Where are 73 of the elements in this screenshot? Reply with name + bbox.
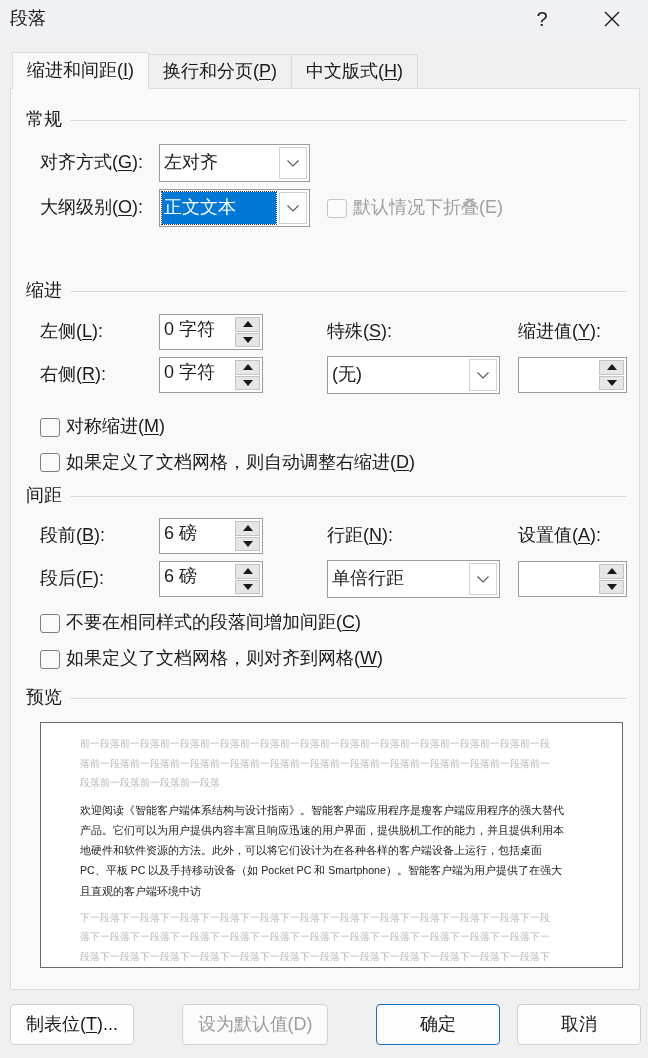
checkbox-label: 如果定义了文档网格，则对齐到网格(W): [66, 648, 383, 670]
cancel-button[interactable]: 取消: [517, 1004, 641, 1045]
dropdown-toggle[interactable]: [279, 147, 307, 179]
field-label: 行距(N):: [327, 525, 393, 547]
checkbox-label: 不要在相同样式的段落间增加间距(C): [66, 612, 361, 634]
checkbox[interactable]: [40, 417, 60, 437]
spin-down-button[interactable]: [235, 579, 260, 594]
spin-up-button[interactable]: [599, 564, 624, 579]
triangle-down-icon: [242, 540, 253, 547]
checkbox-label: 对称缩进(M): [66, 416, 165, 438]
spin-up-button[interactable]: [235, 360, 260, 375]
line-spacing-dropdown[interactable]: 单倍行距: [327, 560, 500, 598]
dropdown-toggle[interactable]: [469, 563, 497, 595]
checkbox[interactable]: [40, 613, 60, 633]
field-label: 左侧(L):: [40, 321, 103, 343]
field-label: 缩进值(Y):: [518, 321, 601, 343]
window-title: 段落: [10, 8, 46, 30]
field-label: 段前(B):: [40, 525, 105, 547]
chevron-down-icon: [477, 575, 489, 583]
tab[interactable]: 中文版式(H): [292, 54, 419, 88]
field-label: 对齐方式(G):: [40, 152, 143, 174]
checkbox[interactable]: [40, 649, 60, 669]
help-button[interactable]: ?: [519, 0, 565, 38]
dropdown-toggle[interactable]: [279, 192, 307, 224]
checkbox-label: 如果定义了文档网格，则自动调整右缩进(D): [66, 451, 415, 474]
triangle-up-icon: [606, 364, 617, 371]
right-indent-spinner[interactable]: 0 字符: [159, 357, 263, 393]
spacing-after-spinner[interactable]: 6 磅: [159, 561, 263, 597]
field-label: 特殊(S):: [327, 321, 392, 343]
alignment-dropdown[interactable]: 左对齐: [159, 144, 310, 182]
spin-up-button[interactable]: [599, 360, 624, 375]
triangle-down-icon: [242, 379, 253, 386]
triangle-down-icon: [606, 583, 617, 590]
spin-up-button[interactable]: [235, 521, 260, 536]
checkbox[interactable]: [40, 453, 60, 472]
triangle-up-icon: [242, 321, 253, 328]
spacing-before-spinner[interactable]: 6 磅: [159, 518, 263, 554]
tab[interactable]: 换行和分页(P): [149, 54, 293, 88]
dropdown-toggle[interactable]: [469, 359, 497, 391]
outline-level-dropdown[interactable]: 正文文本: [159, 189, 310, 227]
spin-up-button[interactable]: [235, 317, 260, 332]
chevron-down-icon: [287, 204, 299, 212]
spin-down-button[interactable]: [599, 579, 624, 594]
spin-down-button[interactable]: [235, 536, 260, 551]
spin-down-button[interactable]: [599, 375, 624, 390]
chevron-down-icon: [287, 159, 299, 167]
section-heading: 间距: [26, 485, 62, 507]
triangle-up-icon: [242, 525, 253, 532]
field-label: 设置值(A):: [518, 525, 601, 547]
sample-paragraph-text: 欢迎阅读《智能客户端体系结构与设计指南》。智能客户端应用程序是瘦客户端应用程序的强大替代产品。它们可以为用户提供内容丰富且响应迅速的用户界面，提供脱机工作的能力，并且提供利用本地硬件和软件资源的方法。此外，可以将它们设计为在各种各样的客户端设备上运行，包括桌面 PC、平板 PC 以及手持移动设备（如 Pocket PC 和 Smartphone）。智能客户端为用户提供了在强大且直观的客户端环境中访: [80, 802, 565, 899]
special-indent-dropdown[interactable]: (无): [327, 356, 500, 394]
triangle-up-icon: [606, 568, 617, 575]
checkbox-label: 默认情况下折叠(E): [353, 197, 503, 219]
section-heading: 常规: [26, 109, 62, 131]
triangle-down-icon: [606, 379, 617, 386]
left-indent-spinner[interactable]: 0 字符: [159, 314, 263, 350]
field-label: 右侧(R):: [40, 364, 106, 386]
field-label: 段后(F):: [40, 568, 104, 590]
spin-down-button[interactable]: [235, 375, 260, 390]
tabs-button[interactable]: 制表位(T)...: [10, 1004, 134, 1045]
triangle-down-icon: [242, 583, 253, 590]
tab[interactable]: 缩进和间距(I): [12, 52, 149, 89]
triangle-up-icon: [242, 364, 253, 371]
section-heading: 预览: [26, 687, 62, 709]
spin-down-button[interactable]: [235, 332, 260, 347]
spin-up-button[interactable]: [235, 564, 260, 579]
triangle-up-icon: [242, 568, 253, 575]
triangle-down-icon: [242, 336, 253, 343]
ok-button[interactable]: 确定: [376, 1004, 500, 1045]
chevron-down-icon: [477, 371, 489, 379]
field-label: 大纲级别(O):: [40, 197, 143, 219]
section-heading: 缩进: [26, 280, 62, 302]
close-icon: [604, 11, 620, 27]
